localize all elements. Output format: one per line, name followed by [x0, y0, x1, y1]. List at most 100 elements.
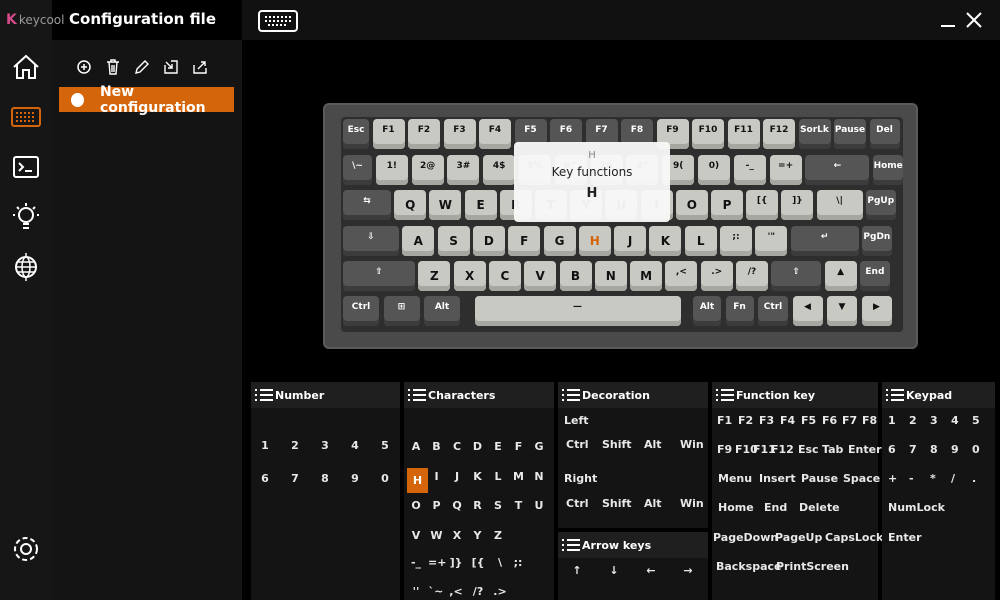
character-key[interactable]: [{ [470, 556, 486, 569]
function-key[interactable]: Tab [822, 443, 843, 456]
keypad-key[interactable]: 0 [972, 443, 980, 456]
function-key[interactable]: F7 [842, 414, 857, 427]
key-3-13[interactable]: PgDn [861, 226, 892, 256]
minimize-icon[interactable] [938, 10, 958, 30]
terminal-icon[interactable] [9, 150, 43, 184]
keypad-key[interactable]: 9 [951, 443, 959, 456]
arrow-key[interactable]: ↓ [607, 564, 621, 577]
character-key[interactable]: K [470, 470, 486, 483]
key-5-8[interactable]: ▼ [827, 296, 857, 326]
key-5-9[interactable]: ▶ [861, 296, 892, 326]
key-5-2[interactable]: Alt [424, 296, 460, 326]
key-5-4[interactable]: Alt [693, 296, 721, 326]
key-4-3[interactable]: C [488, 261, 521, 291]
keypad-key[interactable]: 7 [909, 443, 917, 456]
key-5-0[interactable]: Ctrl [343, 296, 379, 326]
key-3-4[interactable]: F [508, 226, 541, 256]
export-config-icon[interactable] [190, 57, 209, 76]
character-key[interactable]: ]} [448, 556, 464, 569]
character-key[interactable]: F [511, 440, 527, 453]
character-key[interactable]: E [490, 440, 506, 453]
number-key[interactable]: 3 [319, 439, 331, 452]
function-key[interactable]: F6 [822, 414, 837, 427]
character-key[interactable]: `~ [428, 585, 444, 598]
character-key[interactable]: M [511, 470, 527, 483]
key-0-2[interactable]: F2 [408, 119, 440, 149]
character-key[interactable]: .> [492, 585, 508, 598]
key-1-3[interactable]: 3# [447, 155, 480, 185]
key-3-12[interactable]: ↵ [790, 226, 859, 256]
modifier-key[interactable]: Shift [602, 497, 632, 510]
key-0-15[interactable]: Del [869, 119, 900, 149]
key-3-0[interactable]: ⇩ [343, 226, 399, 256]
key-0-4[interactable]: F4 [479, 119, 511, 149]
key-4-11[interactable]: ⇧ [771, 261, 822, 291]
keypad-key[interactable]: 6 [888, 443, 896, 456]
key-0-10[interactable]: F10 [692, 119, 724, 149]
key-2-12[interactable]: ]} [781, 190, 814, 220]
key-0-13[interactable]: SorLk [798, 119, 831, 149]
character-key[interactable]: C [449, 440, 465, 453]
settings-gear-icon[interactable] [9, 532, 43, 566]
function-key[interactable]: F2 [738, 414, 753, 427]
function-key[interactable]: F8 [862, 414, 877, 427]
character-key[interactable]: G [531, 440, 547, 453]
character-key[interactable]: J [449, 470, 465, 483]
character-key[interactable]: L [490, 470, 506, 483]
key-4-2[interactable]: X [453, 261, 486, 291]
key-3-1[interactable]: A [402, 226, 435, 256]
key-1-12[interactable]: =+ [769, 155, 802, 185]
character-key[interactable]: O [408, 499, 424, 512]
keypad-key[interactable]: 4 [951, 414, 959, 427]
key-1-13[interactable]: ← [805, 155, 870, 185]
function-key[interactable]: F5 [801, 414, 816, 427]
keypad-key[interactable]: Enter [888, 531, 922, 544]
modifier-key[interactable]: Ctrl [566, 497, 589, 510]
character-key[interactable]: ,< [448, 585, 464, 598]
key-5-3[interactable]: — [474, 296, 681, 326]
key-2-14[interactable]: PgUp [865, 190, 896, 220]
lightbulb-icon[interactable] [9, 200, 43, 234]
character-key[interactable]: Y [470, 529, 486, 542]
key-3-3[interactable]: D [472, 226, 505, 256]
function-key[interactable]: Delete [799, 501, 840, 514]
keypad-key[interactable]: 2 [909, 414, 917, 427]
number-key[interactable]: 8 [319, 472, 331, 485]
character-key[interactable]: ;: [510, 556, 526, 569]
key-3-7[interactable]: J [614, 226, 647, 256]
function-key[interactable]: PrintScreen [776, 560, 849, 573]
arrow-key[interactable]: ← [644, 564, 658, 577]
function-key[interactable]: Backspace [716, 560, 781, 573]
keypad-key[interactable]: 3 [930, 414, 938, 427]
key-0-0[interactable]: Esc [343, 119, 369, 149]
modifier-key[interactable]: Alt [644, 438, 662, 451]
arrow-key[interactable]: → [681, 564, 695, 577]
key-3-10[interactable]: ;: [720, 226, 752, 256]
character-key[interactable]: N [531, 470, 547, 483]
character-key[interactable]: '' [408, 585, 424, 598]
key-4-6[interactable]: N [594, 261, 627, 291]
function-key[interactable]: Pause [801, 472, 838, 485]
keypad-key[interactable]: / [951, 472, 955, 485]
key-2-0[interactable]: ⇆ [343, 190, 391, 220]
function-key[interactable]: F9 [717, 443, 732, 456]
character-key[interactable]: U [531, 499, 547, 512]
number-key[interactable]: 6 [259, 472, 271, 485]
key-2-1[interactable]: Q [394, 190, 427, 220]
function-key[interactable]: PageUp [775, 531, 822, 544]
modifier-key[interactable]: Ctrl [566, 438, 589, 451]
character-key[interactable]: =+ [428, 556, 446, 569]
function-key[interactable]: Menu [718, 472, 752, 485]
function-key[interactable]: Home [718, 501, 754, 514]
key-4-8[interactable]: ,< [665, 261, 698, 291]
modifier-key[interactable]: Win [680, 438, 704, 451]
keypad-key[interactable]: + [888, 472, 897, 485]
add-config-icon[interactable] [74, 57, 93, 76]
key-1-11[interactable]: -_ [733, 155, 766, 185]
keypad-key[interactable]: 8 [930, 443, 938, 456]
import-config-icon[interactable] [161, 57, 180, 76]
key-1-10[interactable]: 0) [698, 155, 730, 185]
config-item-new[interactable]: New configuration [59, 84, 234, 116]
character-key[interactable]: D [470, 440, 486, 453]
key-1-14[interactable]: Home [873, 155, 904, 185]
